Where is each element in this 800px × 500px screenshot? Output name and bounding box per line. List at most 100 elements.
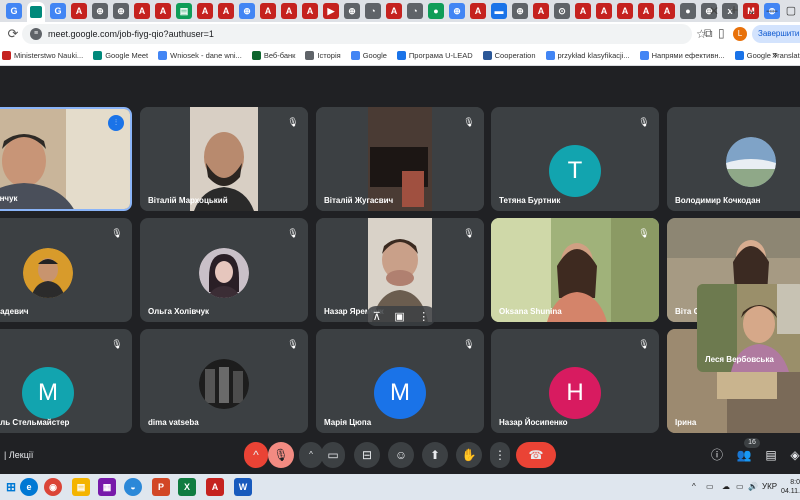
chat-icon[interactable]: ▤ (762, 446, 780, 464)
tab[interactable]: A (218, 3, 234, 19)
powerpoint-icon[interactable]: P (152, 478, 170, 496)
tab[interactable]: ▬ (491, 3, 507, 19)
leave-call-button[interactable]: ☎ (516, 442, 556, 468)
frame-icon[interactable]: ▣ (394, 310, 404, 323)
tab[interactable]: A (155, 3, 171, 19)
tab[interactable]: ● (680, 3, 696, 19)
bookmark-item[interactable]: Напрями ефективн... (639, 51, 725, 60)
tray-chevron-icon[interactable]: ^ (692, 482, 696, 491)
captions-button[interactable]: ⊟ (354, 442, 380, 468)
tab-search-icon[interactable]: ⌄ (742, 0, 762, 22)
participant-tile[interactable]: имир Радевич 🎙 (0, 218, 132, 322)
mic-options-chevron-icon[interactable]: ^ (244, 442, 268, 468)
bookmark-item[interactable]: Ministerstwo Nauki... (2, 51, 83, 60)
tab[interactable]: ⊙ (554, 3, 570, 19)
tab[interactable]: G (50, 3, 66, 19)
bookmark-item[interactable]: Програма U-LEAD (396, 51, 473, 60)
tab[interactable]: A (281, 3, 297, 19)
raise-hand-button[interactable]: ✋ (456, 442, 482, 468)
reload-icon[interactable]: ⟳ (4, 26, 22, 42)
tab[interactable]: A (260, 3, 276, 19)
tab[interactable]: ▶ (323, 3, 339, 19)
close-tab-icon[interactable]: ✕ (706, 3, 722, 19)
tab[interactable]: A (197, 3, 213, 19)
tab[interactable]: ● (428, 3, 444, 19)
tab[interactable]: ◔ (365, 3, 381, 19)
bookmark-item[interactable]: Wniosek - dane wni... (158, 51, 242, 60)
tab[interactable]: A (659, 3, 675, 19)
language-indicator[interactable]: УКР (762, 482, 777, 491)
omnibox[interactable]: ≡ meet.google.com/job-fiyg-qio?authuser=… (22, 24, 707, 44)
word-icon[interactable]: W (234, 478, 252, 496)
file-explorer-icon[interactable]: ▤ (72, 478, 90, 496)
new-tab-button[interactable]: + (726, 3, 742, 19)
tab[interactable]: A (533, 3, 549, 19)
tab[interactable]: ⊕ (512, 3, 528, 19)
tab-active[interactable] (27, 2, 45, 22)
tab[interactable]: ⊕ (449, 3, 465, 19)
participant-tile[interactable]: Ольга Холівчук 🎙 (140, 218, 308, 322)
battery-icon[interactable]: ▭ (736, 482, 744, 491)
photos-icon[interactable]: ◒ (124, 478, 142, 496)
tab[interactable]: G (6, 3, 22, 19)
tab[interactable]: A (575, 3, 591, 19)
tile-hover-controls[interactable]: ⊼ ▣ ⋮ (366, 306, 436, 326)
maximize-icon[interactable]: ▢ (781, 0, 800, 22)
profile-avatar[interactable]: L (733, 27, 747, 41)
volume-icon[interactable]: 🔊 (748, 482, 758, 491)
participant-tile[interactable]: Віталій Мархоцький 🎙 (140, 107, 308, 211)
tab[interactable]: ⊕ (113, 3, 129, 19)
participant-tile[interactable]: Віталій Жугасвич 🎙 (316, 107, 484, 211)
tab[interactable]: ▤ (176, 3, 192, 19)
edge-icon[interactable]: e (20, 478, 38, 496)
tab[interactable]: ⊕ (92, 3, 108, 19)
participant-tile[interactable]: H Назар Йосипенко 🎙 (491, 329, 659, 433)
bookmark-item[interactable]: Google Meet (93, 51, 148, 60)
people-icon[interactable]: 👥 (735, 446, 753, 464)
bookmarks-more-icon[interactable]: » (772, 50, 778, 61)
tab[interactable]: A (638, 3, 654, 19)
bookmark-item[interactable]: Google Translate (734, 51, 800, 60)
mic-off-button[interactable]: 🎙 (268, 442, 294, 468)
pdf-reader-icon[interactable]: A (206, 478, 224, 496)
camera-options-chevron-icon[interactable]: ^ (299, 442, 323, 468)
bookmark-item[interactable]: Історія (305, 51, 341, 60)
tab[interactable]: A (302, 3, 318, 19)
extensions-icon[interactable]: ⧉ (704, 26, 713, 41)
more-options-icon[interactable]: ⋮ (418, 310, 429, 323)
tab[interactable]: ⊕ (239, 3, 255, 19)
activities-icon[interactable]: ◈ (786, 446, 800, 464)
bookmark-item[interactable]: Веб-банк (251, 51, 295, 60)
side-panel-icon[interactable]: ▯ (718, 26, 725, 40)
camera-button[interactable]: ▭ (321, 442, 345, 468)
participant-tile[interactable]: Mм-Василь Стельмайстер 🎙 (0, 329, 132, 433)
update-button[interactable]: Завершити оновлення (752, 25, 800, 43)
participant-tile[interactable]: Oksana Shunina 🎙 (491, 218, 659, 322)
participant-tile[interactable]: T Тетяна Буртник 🎙 (491, 107, 659, 211)
self-view[interactable]: Леся Вербовська (697, 284, 800, 372)
url-text[interactable]: meet.google.com/job-fiyg-qio?authuser=1 (48, 29, 214, 39)
meeting-info-icon[interactable]: ⓘ (708, 446, 726, 464)
tab[interactable]: ⊕ (344, 3, 360, 19)
tab[interactable]: A (470, 3, 486, 19)
present-screen-button[interactable]: ⬆ (422, 442, 448, 468)
participant-tile[interactable]: M Марія Цюпа 🎙 (316, 329, 484, 433)
clock[interactable]: 8:0 04.11. (778, 478, 800, 496)
minimize-icon[interactable]: — (762, 0, 782, 22)
participant-tile[interactable]: dima vatseba 🎙 (140, 329, 308, 433)
site-info-icon[interactable]: ≡ (30, 28, 42, 40)
tab[interactable]: ◔ (407, 3, 423, 19)
tab[interactable]: A (617, 3, 633, 19)
tab[interactable]: A (596, 3, 612, 19)
windows-start-icon[interactable]: ⊞ (2, 478, 20, 496)
tab[interactable]: A (71, 3, 87, 19)
bookmark-item[interactable]: Google (350, 51, 387, 60)
tab[interactable]: A (134, 3, 150, 19)
participant-tile[interactable]: Володимир Кочкодан🎙 (667, 107, 800, 211)
bookmark-item[interactable]: przykład klasyfikacji... (545, 51, 630, 60)
store-icon[interactable]: ▦ (98, 478, 116, 496)
pin-icon[interactable]: ⊼ (373, 310, 381, 323)
onedrive-icon[interactable]: ☁ (722, 482, 730, 491)
bookmark-item[interactable]: Cooperation (482, 51, 536, 60)
participant-tile[interactable]: Стефанчук ⫶ (0, 107, 132, 211)
